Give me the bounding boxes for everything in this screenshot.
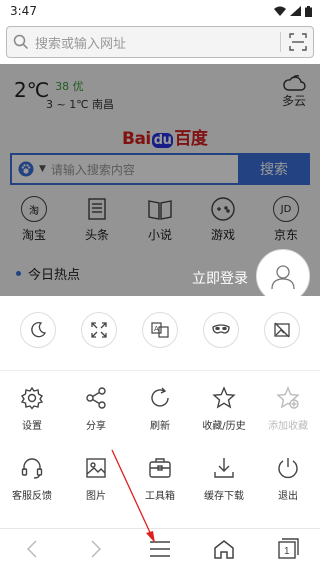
home-button[interactable] xyxy=(204,531,244,567)
translate-toggle[interactable]: A xyxy=(141,312,178,348)
menu-images[interactable]: 图片 xyxy=(67,456,125,502)
menu-bookmarks-history[interactable]: 收藏/历史 xyxy=(195,386,253,432)
wifi-icon xyxy=(274,6,286,16)
menu-row-1: 设置 分享 刷新 收藏/历史 添加收藏 xyxy=(0,386,320,432)
tabs-button[interactable]: 1 xyxy=(268,531,308,567)
search-icon xyxy=(13,34,29,50)
headset-icon xyxy=(21,458,43,479)
menu-icon xyxy=(150,541,170,557)
tab-count: 1 xyxy=(284,546,290,557)
bottom-navigation: 1 xyxy=(0,528,320,569)
menu-label: 图片 xyxy=(86,491,106,502)
tabs-icon: 1 xyxy=(278,538,299,559)
mask-icon xyxy=(212,324,230,334)
star-icon xyxy=(212,386,236,409)
moon-icon xyxy=(31,322,47,338)
refresh-icon xyxy=(151,387,169,407)
menu-refresh[interactable]: 刷新 xyxy=(131,386,189,432)
url-divider xyxy=(280,32,281,52)
chevron-right-icon xyxy=(91,540,102,558)
back-button[interactable] xyxy=(12,531,52,567)
menu-label: 刷新 xyxy=(150,421,170,432)
menu-label: 分享 xyxy=(86,421,106,432)
url-search-box[interactable]: 搜索或输入网址 xyxy=(6,26,314,58)
home-icon xyxy=(214,540,234,559)
menu-label: 缓存下载 xyxy=(204,491,244,502)
menu-label: 客服反馈 xyxy=(12,491,52,502)
battery-icon xyxy=(305,5,312,17)
menu-label: 收藏/历史 xyxy=(202,421,246,432)
incognito-toggle[interactable] xyxy=(202,312,239,348)
image-icon xyxy=(86,458,106,478)
no-image-icon xyxy=(273,322,290,338)
status-bar: 3:47 xyxy=(0,0,320,22)
menu-share[interactable]: 分享 xyxy=(67,386,125,432)
menu-downloads[interactable]: 缓存下载 xyxy=(195,456,253,502)
url-placeholder: 搜索或输入网址 xyxy=(35,36,127,52)
menu-toolbox[interactable]: 工具箱 xyxy=(131,456,189,502)
menu-exit[interactable]: 退出 xyxy=(259,456,317,502)
user-icon xyxy=(271,265,295,290)
forward-button[interactable] xyxy=(76,531,116,567)
translate-icon: A xyxy=(151,322,169,338)
menu-label: 设置 xyxy=(22,421,42,432)
menu-label: 退出 xyxy=(278,491,298,502)
menu-feedback[interactable]: 客服反馈 xyxy=(3,456,61,502)
night-mode-toggle[interactable] xyxy=(20,312,57,348)
mode-toggles: A xyxy=(0,312,320,348)
fullscreen-toggle[interactable] xyxy=(81,312,118,348)
menu-button[interactable] xyxy=(140,531,180,567)
menu-add-bookmark[interactable]: 添加收藏 xyxy=(259,386,317,432)
share-icon xyxy=(86,387,106,409)
download-icon xyxy=(214,458,234,478)
no-image-toggle[interactable] xyxy=(263,312,300,348)
avatar[interactable] xyxy=(256,249,310,303)
signal-icon xyxy=(290,6,301,16)
login-button[interactable]: 立即登录 xyxy=(192,268,248,288)
power-icon xyxy=(278,458,298,479)
menu-row-2: 客服反馈 图片 工具箱 缓存下载 退出 xyxy=(0,456,320,502)
fullscreen-icon xyxy=(91,322,107,338)
menu-label: 工具箱 xyxy=(145,491,175,502)
gear-icon xyxy=(20,386,44,410)
menu-settings[interactable]: 设置 xyxy=(3,386,61,432)
add-star-icon xyxy=(276,386,300,409)
browser-menu-panel: A 设置 分享 刷新 收藏/历史 添加收藏 客服反馈 图片 工具箱 缓存下载 退… xyxy=(0,296,320,528)
chevron-left-icon xyxy=(26,540,37,558)
menu-divider xyxy=(0,370,320,371)
svg-text:A: A xyxy=(154,325,159,333)
scan-icon[interactable] xyxy=(289,33,307,51)
menu-label: 添加收藏 xyxy=(268,421,308,432)
status-time: 3:47 xyxy=(10,4,37,18)
browser-toolbar: 搜索或输入网址 xyxy=(0,22,320,64)
status-icons xyxy=(274,5,312,17)
toolbox-icon xyxy=(149,458,171,478)
